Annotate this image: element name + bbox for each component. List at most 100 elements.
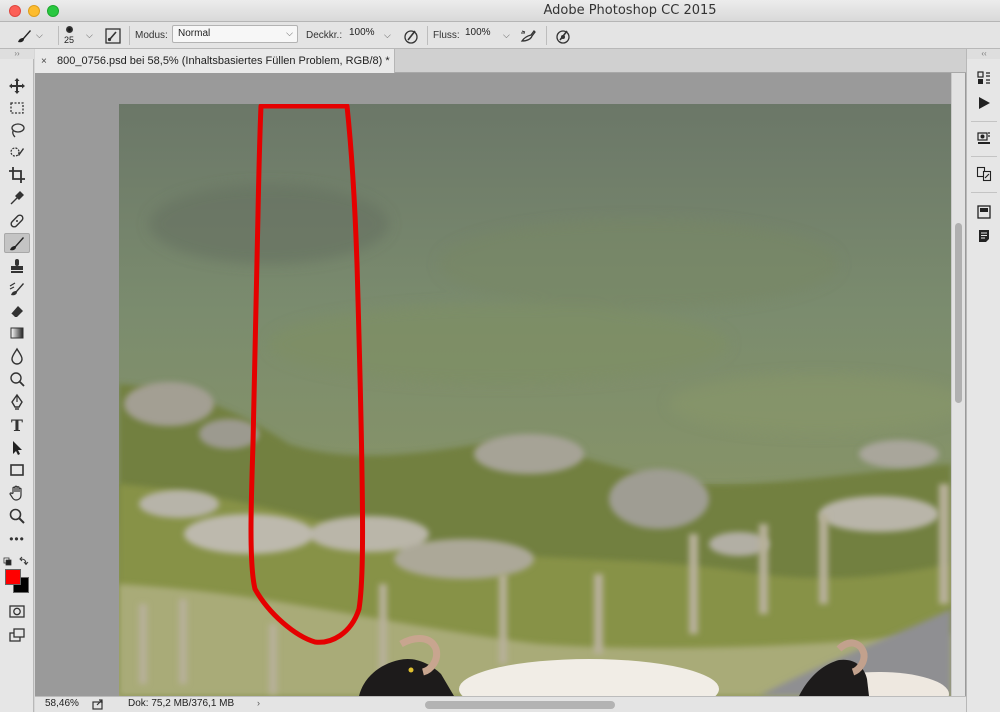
history-panel-button[interactable] [975,69,993,87]
separator [971,156,997,157]
crop-tool[interactable] [4,165,30,185]
rectangle-marquee-icon [10,102,24,114]
healing-brush-tool[interactable] [4,211,30,231]
status-menu-arrow[interactable]: › [257,698,260,708]
zoom-level[interactable]: 58,46% [45,698,79,709]
gradient-tool[interactable] [4,323,30,343]
pen-tool[interactable] [4,392,30,412]
hand-icon [9,485,22,501]
blur-tool[interactable] [4,346,30,366]
brush-icon [10,237,24,251]
play-icon [979,97,990,109]
document-tab-title: 800_0756.psd bei 58,5% (Inhaltsbasiertes… [57,55,390,67]
water-drop-icon [11,347,23,365]
quick-selection-icon [10,147,24,157]
quick-mask-mode[interactable] [4,601,30,621]
eyedropper-icon [10,191,24,205]
more-icon: ••• [9,532,25,546]
actions-panel-button[interactable] [975,94,993,112]
zoom-tool[interactable] [4,506,30,526]
separator [427,26,428,45]
brush-panel-toggle[interactable] [104,22,122,49]
swatch-controls [3,556,31,568]
mode-label: Modus: [135,30,168,41]
horizontal-scrollbar-thumb[interactable] [425,701,615,709]
flow-label: Fluss: [433,30,460,41]
chevron-down-icon: ⌵ [503,30,510,40]
eraser-icon [10,306,23,319]
history-brush-tool[interactable] [4,279,30,299]
opacity-dropdown[interactable]: ⌵ [384,22,391,49]
size-pressure-toggle[interactable] [554,22,572,49]
type-tool[interactable]: T [4,415,30,435]
arrow-cursor-icon [13,441,22,455]
document-tab-bar: × 800_0756.psd bei 58,5% (Inhaltsbasiert… [35,49,966,73]
more-tools[interactable]: ••• [4,529,30,549]
brush-tool[interactable] [4,233,30,253]
layer-comps-panel-button[interactable] [975,203,993,221]
pressure-opacity-icon [404,29,418,44]
document-tab[interactable]: × 800_0756.psd bei 58,5% (Inhaltsbasiert… [35,49,395,73]
brush-size-value: 25 [64,35,75,45]
close-tab-icon[interactable]: × [41,56,53,67]
move-tool[interactable] [4,76,30,96]
path-selection-tool[interactable] [4,438,30,458]
chevron-down-icon: ⌵ [86,30,93,40]
options-bar: ⌵ 25 ⌵ Modus: Normal ⌵ Deckkr.: 100% ⌵ F… [0,22,1000,49]
separator [58,26,59,45]
rectangle-tool[interactable] [4,460,30,480]
mode-select[interactable]: Normal ⌵ [172,25,298,43]
quick-mask-icon [9,605,25,618]
screen-mode[interactable] [4,625,30,645]
hand-tool[interactable] [4,483,30,503]
chevron-down-icon: ⌵ [36,30,43,40]
airbrush-icon [520,29,536,42]
clone-source-panel-button[interactable] [975,165,993,183]
magnifier-icon [9,508,25,524]
type-icon: T [11,415,23,435]
notes-icon [979,230,989,242]
history-icon [977,71,990,84]
opacity-pressure-toggle[interactable] [402,22,420,49]
lasso-tool[interactable] [4,120,30,140]
properties-icon [977,132,990,144]
window-zoom-button[interactable] [47,5,59,17]
opacity-value: 100% [349,27,375,38]
canvas-area[interactable] [35,73,966,696]
eraser-tool[interactable] [4,301,30,321]
notes-panel-button[interactable] [975,227,993,245]
share-icon [92,699,103,710]
flow-dropdown[interactable]: ⌵ [503,22,510,49]
window-minimize-button[interactable] [28,5,40,17]
gradient-icon [10,327,24,339]
brush-size-dropdown[interactable]: ⌵ [86,22,93,49]
opacity-label: Deckkr.: [306,30,343,41]
foreground-color-swatch[interactable] [5,569,21,585]
marquee-tool[interactable] [4,98,30,118]
vertical-scrollbar-thumb[interactable] [955,223,962,403]
tools-panel: ›› T ••• [0,49,34,712]
collapse-dock-button[interactable]: ‹‹ [967,49,1000,59]
default-colors-icon[interactable] [3,556,31,568]
rectangle-shape-icon [10,464,24,476]
brush-size-picker[interactable]: 25 [64,22,74,49]
vertical-scrollbar[interactable] [951,73,965,696]
airbrush-toggle[interactable] [519,22,537,49]
share-button[interactable] [91,697,105,712]
quick-selection-tool[interactable] [4,143,30,163]
screen-mode-icon [9,628,25,642]
properties-panel-button[interactable] [975,129,993,147]
dodge-tool[interactable] [4,369,30,389]
bandage-icon [10,214,24,228]
collapse-toolbar-button[interactable]: ›› [0,49,34,59]
history-brush-icon [9,282,24,296]
flow-value: 100% [465,27,491,38]
window-close-button[interactable] [9,5,21,17]
lasso-icon [11,123,25,138]
eyedropper-tool[interactable] [4,188,30,208]
crop-icon [9,167,25,183]
brush-preset-icon [18,29,31,42]
document-image[interactable] [119,104,951,696]
tool-preset-picker[interactable]: ⌵ [14,22,43,49]
clone-stamp-tool[interactable] [4,256,30,276]
